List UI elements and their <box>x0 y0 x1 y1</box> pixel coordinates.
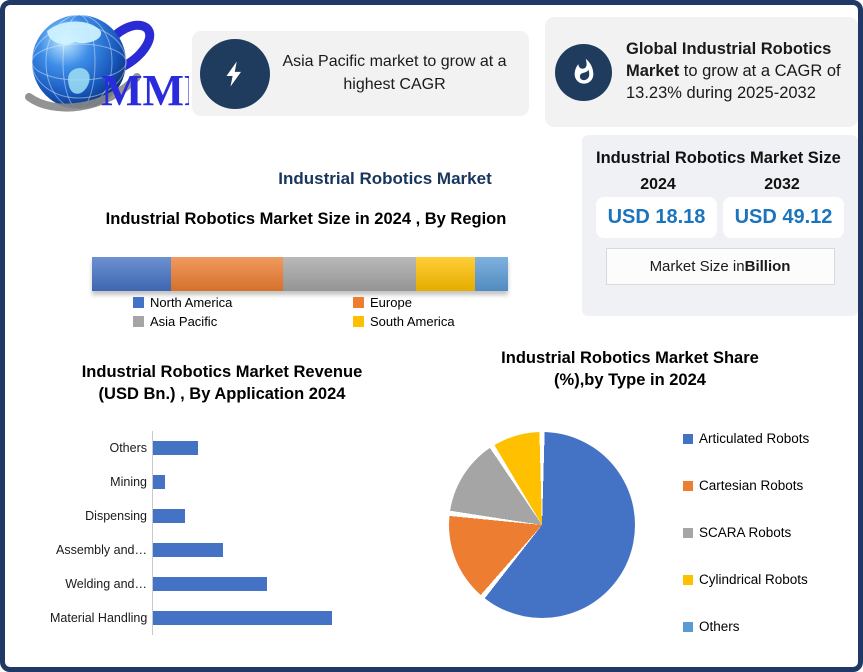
legend-swatch <box>683 528 693 538</box>
bar-row: Others <box>50 431 420 465</box>
footnote-prefix: Market Size in <box>650 258 745 275</box>
bar-track <box>152 567 352 601</box>
bar-track <box>152 431 352 465</box>
stacked-bar-segment <box>171 257 283 291</box>
market-size-panel: Industrial Robotics Market Size 2024 203… <box>582 135 858 316</box>
callout-global-cagr: Global Industrial Robotics Market to gro… <box>545 17 858 127</box>
legend-item: South America <box>353 314 503 329</box>
bar <box>153 441 198 455</box>
bar-track <box>152 601 352 635</box>
callout-text: Asia Pacific market to grow at a highest… <box>270 51 519 96</box>
market-size-2024-value: USD 18.18 <box>596 197 717 238</box>
page-title: Industrial Robotics Market <box>235 169 535 189</box>
footnote-bold: Billion <box>745 258 791 275</box>
bar <box>153 509 185 523</box>
lightning-icon <box>200 39 270 109</box>
bar <box>153 475 165 489</box>
bar-category-label: Mining <box>50 475 152 489</box>
mmr-logo: MMR <box>17 9 189 119</box>
bar-row: Welding and… <box>50 567 420 601</box>
infographic-frame: MMR Asia Pacific market to grow at a hig… <box>0 0 863 672</box>
stacked-bar-segment <box>283 257 416 291</box>
legend-label: Articulated Robots <box>699 431 809 446</box>
type-share-pie <box>449 432 635 618</box>
pie-legend: Articulated Robots Cartesian Robots SCARA … <box>683 431 809 634</box>
legend-item: SCARA Robots <box>683 525 809 540</box>
region-stacked-bar <box>92 257 508 291</box>
bar-row: Material Handling <box>50 601 420 635</box>
bar-category-label: Welding and… <box>50 577 152 591</box>
years-row: 2024 2032 <box>596 176 844 194</box>
legend-label: North America <box>150 295 232 310</box>
bar-row: Dispensing <box>50 499 420 533</box>
legend-label: Cartesian Robots <box>699 478 803 493</box>
bar-category-label: Others <box>50 441 152 455</box>
legend-item: Asia Pacific <box>133 314 353 329</box>
legend-swatch <box>683 575 693 585</box>
legend-label: Cylindrical Robots <box>699 572 808 587</box>
legend-item: Others <box>683 619 809 634</box>
bar-row: Mining <box>50 465 420 499</box>
legend-item: Europe <box>353 295 503 310</box>
legend-item: Articulated Robots <box>683 431 809 446</box>
stacked-bar-segment <box>92 257 171 291</box>
market-size-footnote: Market Size in Billion <box>606 248 835 285</box>
globe-icon: MMR <box>17 9 189 119</box>
application-bar-chart: Others Mining Dispensing Assembly and… Weldi… <box>50 431 420 635</box>
bar-category-label: Dispensing <box>50 509 152 523</box>
stacked-bar-segment <box>416 257 474 291</box>
bar-category-label: Material Handling <box>50 611 152 625</box>
legend-item: North America <box>133 295 353 310</box>
legend-item: Cylindrical Robots <box>683 572 809 587</box>
bar-track <box>152 499 352 533</box>
market-size-2032-value: USD 49.12 <box>723 197 844 238</box>
legend-swatch <box>683 481 693 491</box>
value-cards-row: USD 18.18 USD 49.12 <box>596 197 844 238</box>
logo-text: MMR <box>101 66 189 115</box>
callout-text: Global Industrial Robotics Market to gro… <box>612 39 850 104</box>
year-2032-label: 2032 <box>720 176 844 194</box>
legend-label: SCARA Robots <box>699 525 791 540</box>
legend-swatch <box>353 297 364 308</box>
bar-track <box>152 465 352 499</box>
region-chart-title: Industrial Robotics Market Size in 2024 … <box>90 208 522 230</box>
region-legend: North America Europe Asia Pacific South Ame… <box>133 295 503 329</box>
legend-item: Cartesian Robots <box>683 478 809 493</box>
legend-label: Others <box>699 619 740 634</box>
flame-icon <box>555 44 612 101</box>
legend-swatch <box>683 434 693 444</box>
type-share-chart-title: Industrial Robotics Market Share (%),by … <box>475 347 785 392</box>
legend-swatch <box>133 316 144 327</box>
bar-row: Assembly and… <box>50 533 420 567</box>
bar-category-label: Assembly and… <box>50 543 152 557</box>
callout-asia-pacific: Asia Pacific market to grow at a highest… <box>192 31 529 116</box>
stacked-bar-segment <box>475 257 508 291</box>
application-chart-title: Industrial Robotics Market Revenue (USD … <box>62 361 382 406</box>
bar <box>153 611 332 625</box>
bar <box>153 577 267 591</box>
market-size-title: Industrial Robotics Market Size <box>596 148 844 169</box>
bar <box>153 543 223 557</box>
bar-track <box>152 533 352 567</box>
legend-swatch <box>353 316 364 327</box>
legend-swatch <box>133 297 144 308</box>
legend-label: Europe <box>370 295 412 310</box>
legend-label: South America <box>370 314 455 329</box>
year-2024-label: 2024 <box>596 176 720 194</box>
legend-swatch <box>683 622 693 632</box>
legend-label: Asia Pacific <box>150 314 217 329</box>
